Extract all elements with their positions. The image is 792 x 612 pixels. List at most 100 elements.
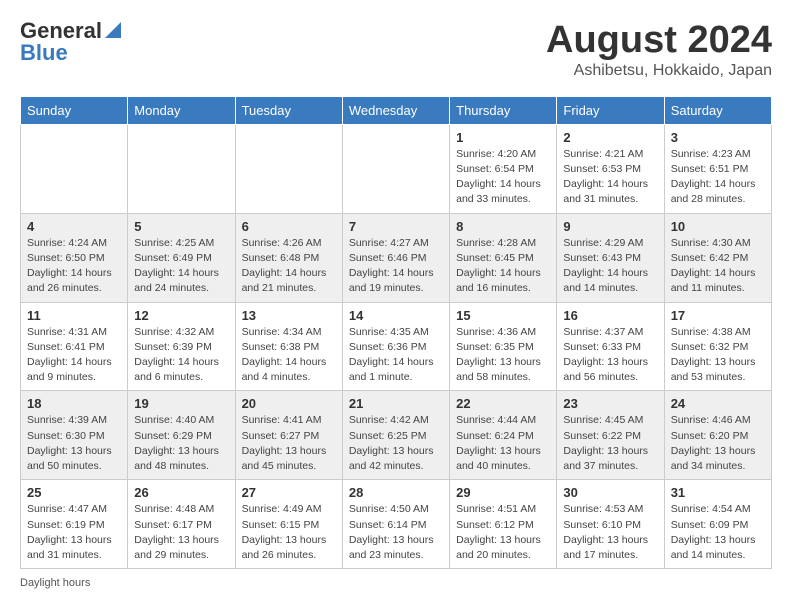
calendar-cell: 28 Sunrise: 4:50 AM Sunset: 6:14 PM Dayli… xyxy=(342,480,449,569)
day-info: Sunrise: 4:29 AM Sunset: 6:43 PM Dayligh… xyxy=(563,236,657,297)
day-info: Sunrise: 4:30 AM Sunset: 6:42 PM Dayligh… xyxy=(671,236,765,297)
calendar-week-row: 4 Sunrise: 4:24 AM Sunset: 6:50 PM Daylig… xyxy=(21,213,772,302)
day-info: Sunrise: 4:34 AM Sunset: 6:38 PM Dayligh… xyxy=(242,325,336,386)
sub-title: Ashibetsu, Hokkaido, Japan xyxy=(546,62,772,80)
calendar-cell: 23 Sunrise: 4:45 AM Sunset: 6:22 PM Dayli… xyxy=(557,391,664,480)
footer-note: Daylight hours xyxy=(20,577,772,589)
day-info: Sunrise: 4:25 AM Sunset: 6:49 PM Dayligh… xyxy=(134,236,228,297)
day-number: 1 xyxy=(456,130,550,145)
day-info: Sunrise: 4:24 AM Sunset: 6:50 PM Dayligh… xyxy=(27,236,121,297)
day-number: 30 xyxy=(563,485,657,500)
day-info: Sunrise: 4:46 AM Sunset: 6:20 PM Dayligh… xyxy=(671,413,765,474)
calendar-week-row: 1Sunrise: 4:20 AM Sunset: 6:54 PM Daylig… xyxy=(21,124,772,213)
day-info: Sunrise: 4:49 AM Sunset: 6:15 PM Dayligh… xyxy=(242,502,336,563)
calendar-cell xyxy=(342,124,449,213)
day-number: 14 xyxy=(349,308,443,323)
calendar-header-saturday: Saturday xyxy=(664,96,771,124)
day-info: Sunrise: 4:53 AM Sunset: 6:10 PM Dayligh… xyxy=(563,502,657,563)
day-info: Sunrise: 4:50 AM Sunset: 6:14 PM Dayligh… xyxy=(349,502,443,563)
day-number: 2 xyxy=(563,130,657,145)
calendar-cell: 26 Sunrise: 4:48 AM Sunset: 6:17 PM Dayli… xyxy=(128,480,235,569)
logo-blue-text: Blue xyxy=(20,42,68,64)
day-info: Sunrise: 4:26 AM Sunset: 6:48 PM Dayligh… xyxy=(242,236,336,297)
calendar-week-row: 11 Sunrise: 4:31 AM Sunset: 6:41 PM Dayli… xyxy=(21,302,772,391)
day-number: 19 xyxy=(134,396,228,411)
day-info: Sunrise: 4:21 AM Sunset: 6:53 PM Dayligh… xyxy=(563,147,657,208)
day-number: 10 xyxy=(671,219,765,234)
day-number: 28 xyxy=(349,485,443,500)
day-number: 26 xyxy=(134,485,228,500)
calendar-cell: 29Sunrise: 4:51 AM Sunset: 6:12 PM Dayli… xyxy=(450,480,557,569)
logo: General Blue xyxy=(20,20,121,64)
calendar-table: SundayMondayTuesdayWednesdayThursdayFrid… xyxy=(20,96,772,569)
day-number: 23 xyxy=(563,396,657,411)
day-number: 5 xyxy=(134,219,228,234)
day-info: Sunrise: 4:54 AM Sunset: 6:09 PM Dayligh… xyxy=(671,502,765,563)
day-info: Sunrise: 4:47 AM Sunset: 6:19 PM Dayligh… xyxy=(27,502,121,563)
calendar-cell: 17Sunrise: 4:38 AM Sunset: 6:32 PM Dayli… xyxy=(664,302,771,391)
day-info: Sunrise: 4:36 AM Sunset: 6:35 PM Dayligh… xyxy=(456,325,550,386)
calendar-cell xyxy=(235,124,342,213)
calendar-cell: 9 Sunrise: 4:29 AM Sunset: 6:43 PM Daylig… xyxy=(557,213,664,302)
day-info: Sunrise: 4:40 AM Sunset: 6:29 PM Dayligh… xyxy=(134,413,228,474)
calendar-cell xyxy=(21,124,128,213)
day-number: 13 xyxy=(242,308,336,323)
day-number: 15 xyxy=(456,308,550,323)
calendar-cell: 4 Sunrise: 4:24 AM Sunset: 6:50 PM Daylig… xyxy=(21,213,128,302)
calendar-header-tuesday: Tuesday xyxy=(235,96,342,124)
calendar-cell: 11 Sunrise: 4:31 AM Sunset: 6:41 PM Dayli… xyxy=(21,302,128,391)
calendar-header-friday: Friday xyxy=(557,96,664,124)
title-area: August 2024 Ashibetsu, Hokkaido, Japan xyxy=(546,20,772,80)
day-info: Sunrise: 4:39 AM Sunset: 6:30 PM Dayligh… xyxy=(27,413,121,474)
calendar-cell: 12Sunrise: 4:32 AM Sunset: 6:39 PM Dayli… xyxy=(128,302,235,391)
calendar-week-row: 18Sunrise: 4:39 AM Sunset: 6:30 PM Dayli… xyxy=(21,391,772,480)
calendar-cell: 5 Sunrise: 4:25 AM Sunset: 6:49 PM Daylig… xyxy=(128,213,235,302)
day-info: Sunrise: 4:45 AM Sunset: 6:22 PM Dayligh… xyxy=(563,413,657,474)
calendar-header-monday: Monday xyxy=(128,96,235,124)
day-number: 3 xyxy=(671,130,765,145)
calendar-cell xyxy=(128,124,235,213)
calendar-cell: 21 Sunrise: 4:42 AM Sunset: 6:25 PM Dayli… xyxy=(342,391,449,480)
calendar-header-wednesday: Wednesday xyxy=(342,96,449,124)
day-info: Sunrise: 4:44 AM Sunset: 6:24 PM Dayligh… xyxy=(456,413,550,474)
calendar-cell: 8 Sunrise: 4:28 AM Sunset: 6:45 PM Daylig… xyxy=(450,213,557,302)
day-number: 16 xyxy=(563,308,657,323)
day-info: Sunrise: 4:37 AM Sunset: 6:33 PM Dayligh… xyxy=(563,325,657,386)
footer-note-text: Daylight hours xyxy=(20,577,90,589)
day-number: 8 xyxy=(456,219,550,234)
day-number: 27 xyxy=(242,485,336,500)
header: General Blue August 2024 Ashibetsu, Hokk… xyxy=(20,20,772,80)
day-number: 31 xyxy=(671,485,765,500)
day-info: Sunrise: 4:38 AM Sunset: 6:32 PM Dayligh… xyxy=(671,325,765,386)
calendar-cell: 20Sunrise: 4:41 AM Sunset: 6:27 PM Dayli… xyxy=(235,391,342,480)
day-info: Sunrise: 4:48 AM Sunset: 6:17 PM Dayligh… xyxy=(134,502,228,563)
calendar-cell: 7Sunrise: 4:27 AM Sunset: 6:46 PM Daylig… xyxy=(342,213,449,302)
calendar-cell: 6Sunrise: 4:26 AM Sunset: 6:48 PM Daylig… xyxy=(235,213,342,302)
calendar-cell: 30 Sunrise: 4:53 AM Sunset: 6:10 PM Dayli… xyxy=(557,480,664,569)
day-number: 29 xyxy=(456,485,550,500)
calendar-cell: 2 Sunrise: 4:21 AM Sunset: 6:53 PM Daylig… xyxy=(557,124,664,213)
day-info: Sunrise: 4:42 AM Sunset: 6:25 PM Dayligh… xyxy=(349,413,443,474)
calendar-cell: 1Sunrise: 4:20 AM Sunset: 6:54 PM Daylig… xyxy=(450,124,557,213)
day-number: 9 xyxy=(563,219,657,234)
day-number: 4 xyxy=(27,219,121,234)
calendar-cell: 14 Sunrise: 4:35 AM Sunset: 6:36 PM Dayli… xyxy=(342,302,449,391)
day-number: 22 xyxy=(456,396,550,411)
day-number: 25 xyxy=(27,485,121,500)
day-number: 11 xyxy=(27,308,121,323)
day-info: Sunrise: 4:28 AM Sunset: 6:45 PM Dayligh… xyxy=(456,236,550,297)
calendar-cell: 24 Sunrise: 4:46 AM Sunset: 6:20 PM Dayli… xyxy=(664,391,771,480)
day-info: Sunrise: 4:35 AM Sunset: 6:36 PM Dayligh… xyxy=(349,325,443,386)
calendar-header-thursday: Thursday xyxy=(450,96,557,124)
calendar-cell: 16 Sunrise: 4:37 AM Sunset: 6:33 PM Dayli… xyxy=(557,302,664,391)
day-number: 24 xyxy=(671,396,765,411)
calendar-cell: 3 Sunrise: 4:23 AM Sunset: 6:51 PM Daylig… xyxy=(664,124,771,213)
calendar-cell: 19 Sunrise: 4:40 AM Sunset: 6:29 PM Dayli… xyxy=(128,391,235,480)
day-info: Sunrise: 4:23 AM Sunset: 6:51 PM Dayligh… xyxy=(671,147,765,208)
calendar-header-row: SundayMondayTuesdayWednesdayThursdayFrid… xyxy=(21,96,772,124)
day-info: Sunrise: 4:41 AM Sunset: 6:27 PM Dayligh… xyxy=(242,413,336,474)
calendar-cell: 18Sunrise: 4:39 AM Sunset: 6:30 PM Dayli… xyxy=(21,391,128,480)
day-info: Sunrise: 4:31 AM Sunset: 6:41 PM Dayligh… xyxy=(27,325,121,386)
day-number: 21 xyxy=(349,396,443,411)
calendar-cell: 25 Sunrise: 4:47 AM Sunset: 6:19 PM Dayli… xyxy=(21,480,128,569)
